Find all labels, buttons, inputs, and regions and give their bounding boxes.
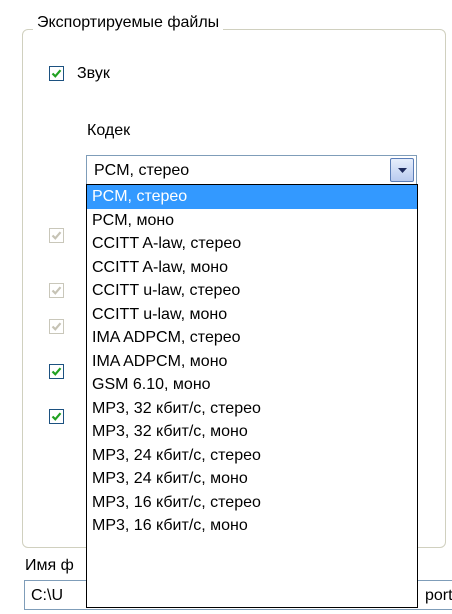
dropdown-button[interactable] (390, 158, 414, 182)
codec-option[interactable]: PCM, стерео (87, 185, 417, 209)
filename-value-end: port (425, 587, 452, 604)
codec-option[interactable]: GSM 6.10, моно (87, 373, 417, 397)
sound-checkbox[interactable] (49, 66, 64, 81)
checkmark-icon (51, 231, 62, 240)
exported-files-group-title: Экспортируемые файлы (33, 12, 224, 34)
option-checkbox[interactable] (49, 364, 64, 379)
option-checkbox[interactable] (49, 319, 64, 334)
codec-option[interactable]: MP3, 24 кбит/с, моно (87, 467, 417, 491)
codec-option[interactable]: CCITT u-law, моно (87, 303, 417, 327)
codec-dropdown-list[interactable]: PCM, стерео PCM, моно CCITT A-law, стере… (86, 184, 418, 608)
checkmark-icon (51, 69, 62, 78)
codec-option[interactable]: MP3, 32 кбит/с, стерео (87, 397, 417, 421)
option-checkbox[interactable] (49, 409, 64, 424)
filename-value-start: C:\U (31, 587, 63, 604)
sound-label: Звук (77, 65, 110, 82)
codec-option[interactable]: MP3, 24 кбит/с, стерео (87, 444, 417, 468)
filename-label: Имя ф (25, 557, 74, 574)
codec-option[interactable]: CCITT A-law, стерео (87, 232, 417, 256)
codec-option[interactable]: MP3, 32 кбит/с, моно (87, 420, 417, 444)
codec-option[interactable]: MP3, 16 кбит/с, моно (87, 514, 417, 538)
checkmark-icon (51, 367, 62, 376)
option-checkbox[interactable] (49, 283, 64, 298)
codec-option[interactable]: CCITT u-law, стерео (87, 279, 417, 303)
codec-selected-value: PCM, стерео (94, 162, 190, 179)
chevron-down-icon (398, 168, 407, 173)
codec-option[interactable]: IMA ADPCM, стерео (87, 326, 417, 350)
codec-label: Кодек (87, 122, 131, 139)
option-checkbox[interactable] (49, 228, 64, 243)
codec-option[interactable]: PCM, моно (87, 209, 417, 233)
codec-option[interactable]: IMA ADPCM, моно (87, 350, 417, 374)
codec-option[interactable]: MP3, 16 кбит/с, стерео (87, 491, 417, 515)
checkmark-icon (51, 412, 62, 421)
checkmark-icon (51, 322, 62, 331)
codec-option[interactable]: CCITT A-law, моно (87, 256, 417, 280)
codec-combobox[interactable]: PCM, стерео (86, 155, 417, 185)
checkmark-icon (51, 286, 62, 295)
